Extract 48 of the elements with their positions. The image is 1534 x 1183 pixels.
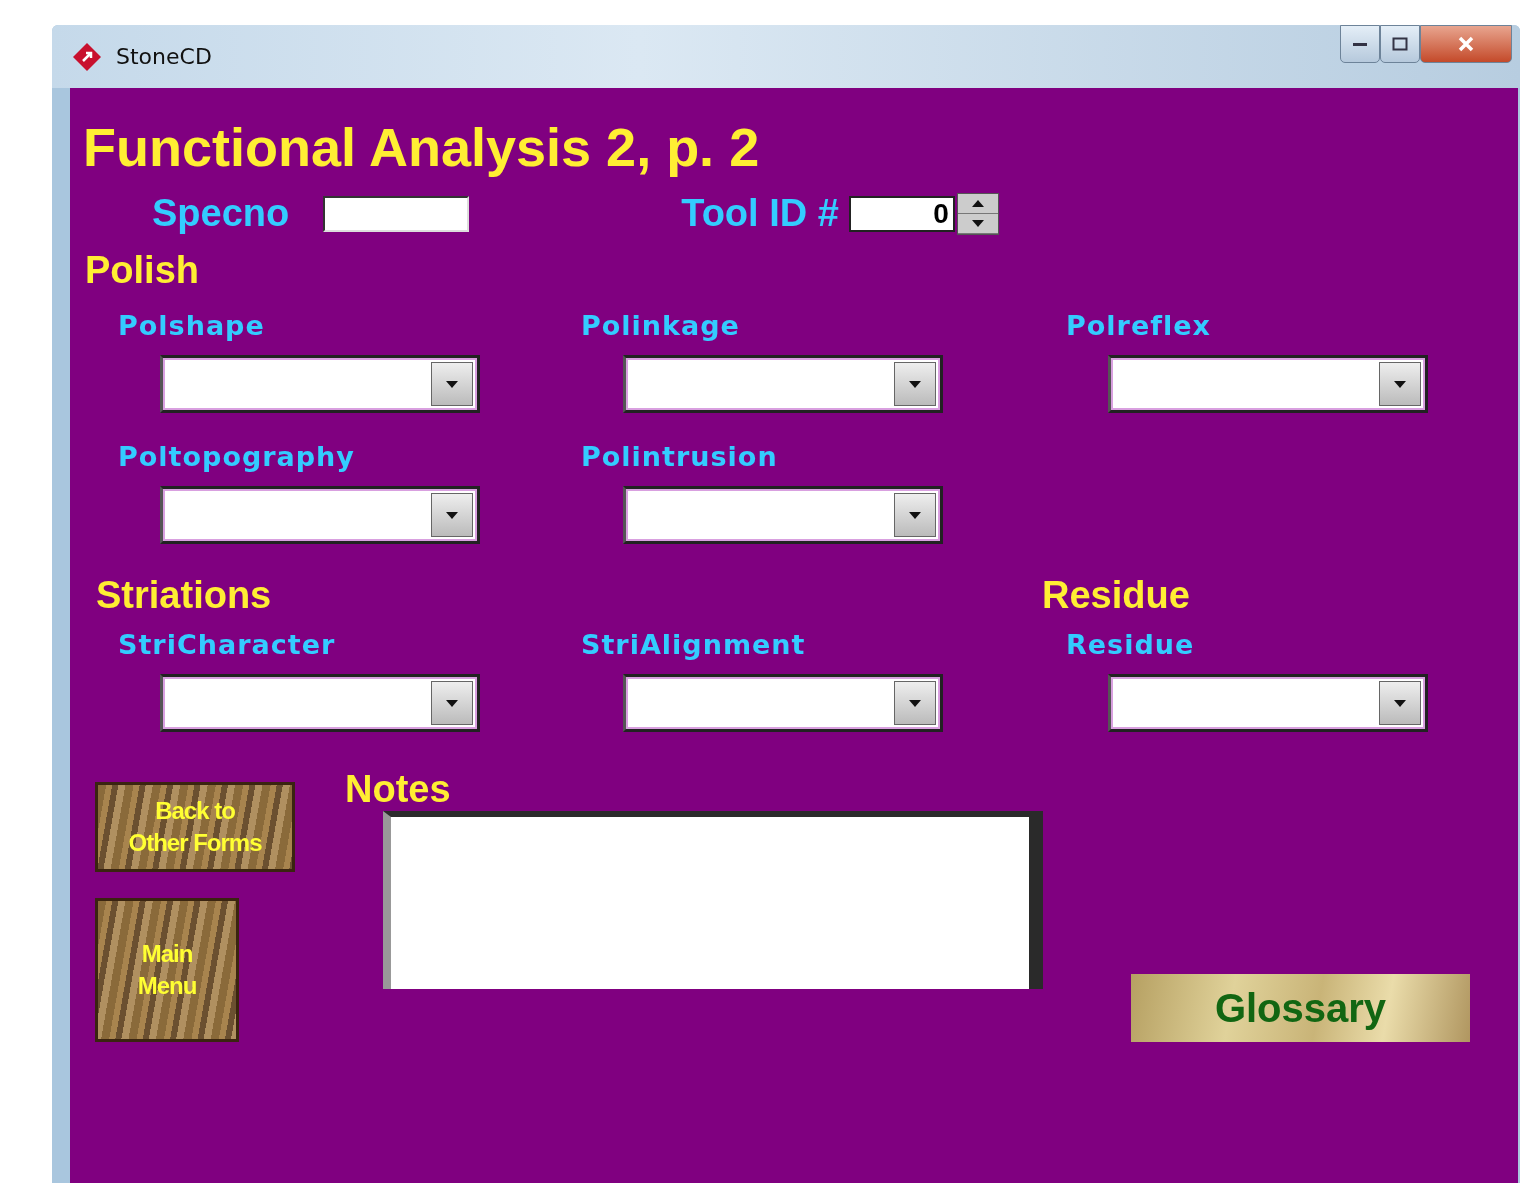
- spinner-control[interactable]: [956, 192, 999, 235]
- section-heading: Polish: [85, 249, 201, 292]
- nav-button[interactable]: Main Menu: [95, 898, 239, 1042]
- field-label: StriCharacter: [118, 629, 336, 660]
- field-label: StriAlignment: [581, 629, 806, 660]
- field-label: Polinkage: [581, 310, 740, 341]
- glossary-button[interactable]: Glossary: [1131, 974, 1470, 1042]
- dropdown-arrow-icon: [908, 379, 922, 389]
- dropdown-field[interactable]: [623, 674, 943, 732]
- dropdown-arrow-icon: [445, 379, 459, 389]
- dropdown-field[interactable]: [623, 486, 943, 544]
- dropdown-field[interactable]: [1108, 674, 1428, 732]
- nav-button[interactable]: Back to Other Forms: [95, 782, 295, 872]
- dropdown-field[interactable]: [623, 355, 943, 413]
- notes-field[interactable]: [383, 811, 1043, 989]
- dropdown-field[interactable]: [160, 674, 480, 732]
- minimize-icon: [1352, 41, 1368, 47]
- dropdown-arrow-icon: [1393, 379, 1407, 389]
- tool-id-field[interactable]: 0: [848, 195, 955, 232]
- up-arrow-icon: [970, 198, 985, 208]
- specno-field[interactable]: [323, 195, 470, 232]
- maximize-button[interactable]: [1380, 25, 1420, 63]
- dropdown-arrow-icon: [445, 698, 459, 708]
- down-arrow-icon: [970, 218, 985, 228]
- field-label: Residue: [1066, 629, 1195, 660]
- window-title: StoneCD: [116, 44, 213, 69]
- dropdown-arrow-icon: [908, 510, 922, 520]
- field-label: Polreflex: [1066, 310, 1211, 341]
- notes-label: Notes: [345, 768, 452, 811]
- section-heading: Striations: [96, 574, 273, 617]
- field-label: Poltopography: [118, 441, 355, 472]
- section-heading: Residue: [1042, 574, 1191, 617]
- close-button[interactable]: [1420, 25, 1512, 63]
- close-icon: [1457, 36, 1475, 52]
- dropdown-arrow-icon: [908, 698, 922, 708]
- minimize-button[interactable]: [1340, 25, 1380, 63]
- dropdown-field[interactable]: [160, 486, 480, 544]
- dropdown-arrow-icon: [445, 510, 459, 520]
- field-label: Polshape: [118, 310, 265, 341]
- maximize-icon: [1392, 37, 1408, 51]
- field-label: Polintrusion: [581, 441, 778, 472]
- dropdown-field[interactable]: [1108, 355, 1428, 413]
- tool-id-label: Tool ID #: [681, 192, 839, 235]
- app-logo-icon: [72, 41, 102, 72]
- specno-label: Specno: [152, 192, 290, 235]
- dropdown-arrow-icon: [1393, 698, 1407, 708]
- dropdown-field[interactable]: [160, 355, 480, 413]
- form-title: Functional Analysis 2, p. 2: [83, 116, 761, 178]
